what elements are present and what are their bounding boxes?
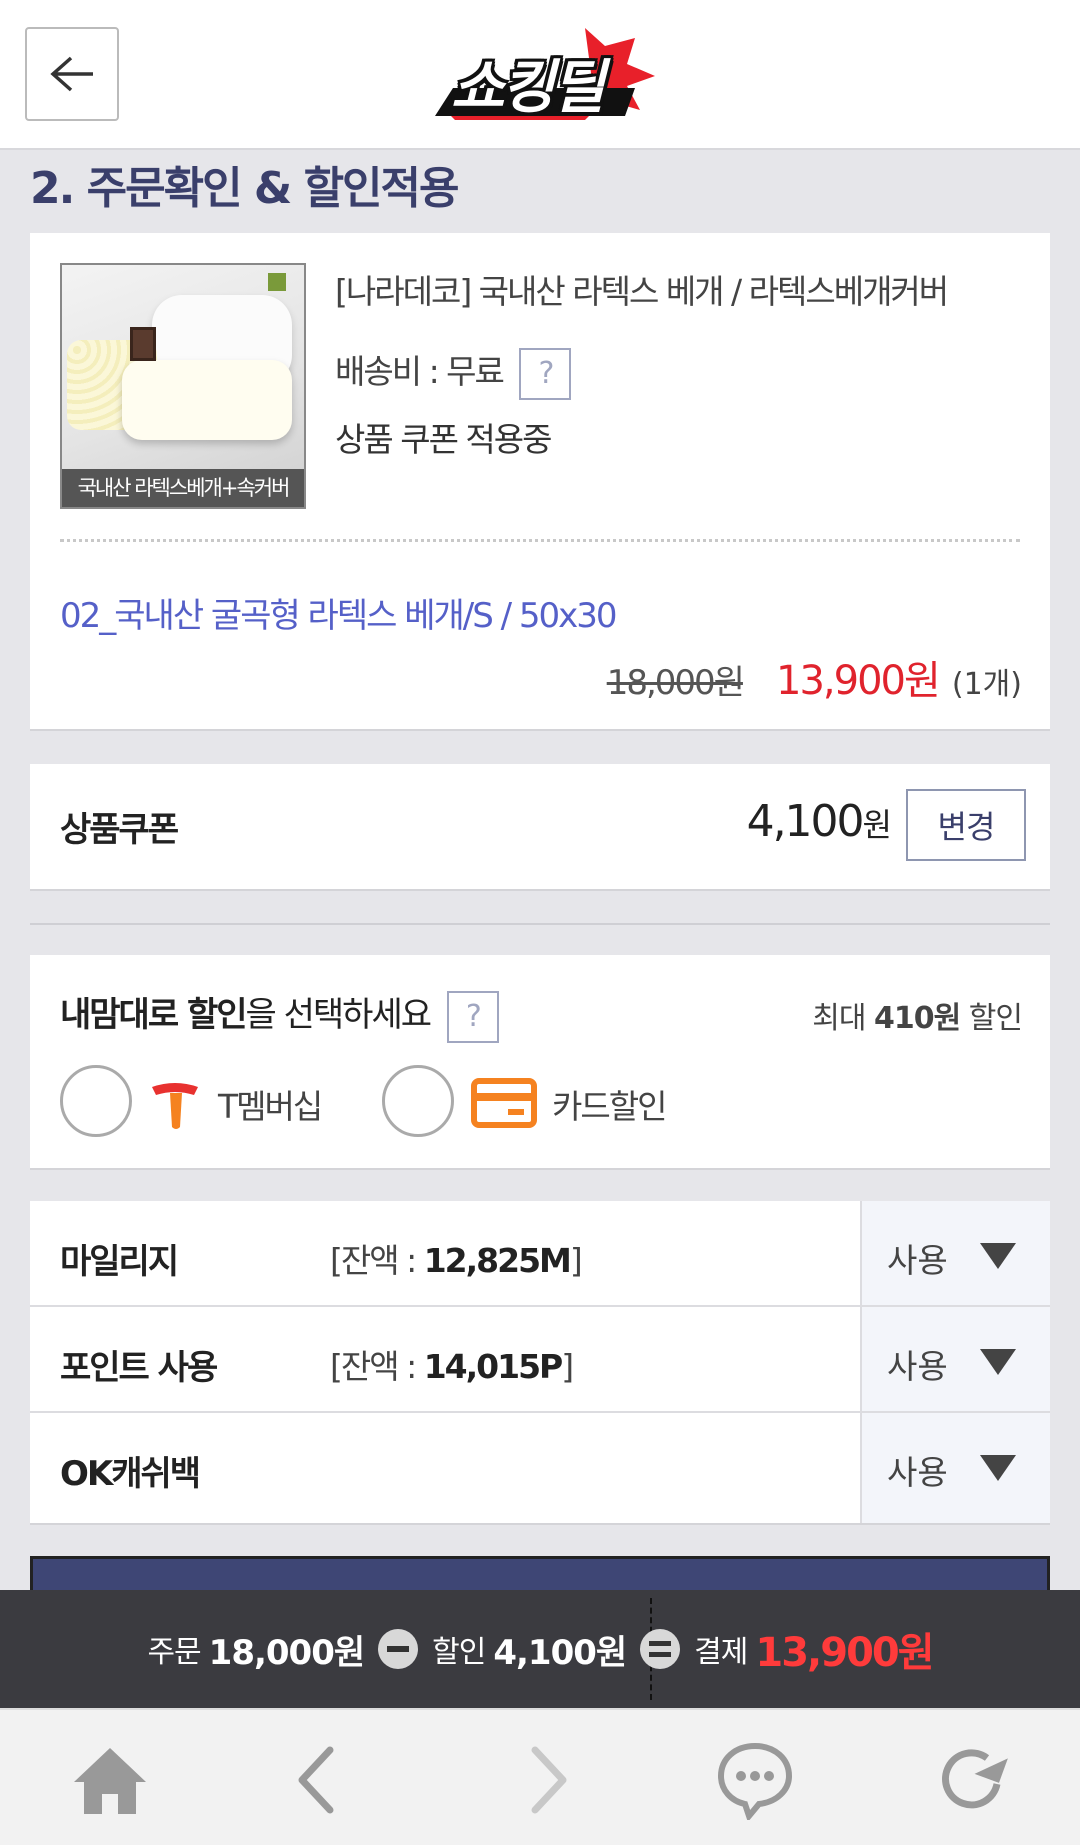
max-discount: 최대 410원 할인 xyxy=(812,993,1023,1037)
product-thumbnail[interactable]: 국내산 라텍스베개+속커버 xyxy=(60,263,306,509)
shocking-deal-logo[interactable]: 쇼킹딜 xyxy=(435,28,655,121)
points-row: 포인트 사용 [잔액 : 14,015P] 사용 xyxy=(30,1307,1050,1413)
quantity: (1개) xyxy=(951,667,1022,702)
discount-title-bold: 내맘대로 할인 xyxy=(60,995,248,1035)
top-header: 쇼킹딜 xyxy=(0,0,1080,150)
triangle-down-icon xyxy=(980,1455,1016,1481)
discount-title-rest: 을 선택하세요 xyxy=(245,995,432,1035)
okcashbag-use-dropdown[interactable]: 사용 xyxy=(860,1413,1050,1523)
t-membership-icon xyxy=(152,1083,198,1129)
page-section-title: 2. 주문확인 & 할인적용 xyxy=(30,163,459,214)
points-use-dropdown[interactable]: 사용 xyxy=(860,1307,1050,1411)
brand-badge-icon xyxy=(268,273,286,291)
mileage-label: 마일리지 xyxy=(60,1242,179,1282)
chat-icon[interactable] xyxy=(715,1740,795,1820)
okcashbag-use-label: 사용 xyxy=(887,1453,948,1492)
product-name: [나라데코] 국내산 라텍스 베개 / 라텍스베개커버 xyxy=(335,272,949,311)
points-use-label: 사용 xyxy=(887,1347,948,1386)
mileage-balance: [잔액 : 12,825M] xyxy=(330,1234,583,1282)
divider xyxy=(60,539,1020,542)
triangle-down-icon xyxy=(980,1349,1016,1375)
pay-amount: 13,900원 xyxy=(755,1630,934,1676)
browser-nav-bar xyxy=(0,1708,1080,1845)
mileage-balance-suffix: ] xyxy=(569,1241,583,1280)
points-balance: [잔액 : 14,015P] xyxy=(330,1340,574,1388)
coupon-card: 상품쿠폰 4,100원 변경 xyxy=(30,764,1050,891)
back-icon[interactable] xyxy=(280,1740,360,1820)
points-balance-prefix: [잔액 : xyxy=(330,1347,424,1386)
discount-title: 내맘대로 할인을 선택하세요 ? xyxy=(60,987,499,1043)
shipping-info: 배송비 : 무료 ? xyxy=(335,345,572,400)
minus-icon xyxy=(378,1629,419,1669)
forward-icon[interactable] xyxy=(505,1740,585,1820)
discount-label: 할인 xyxy=(432,1635,486,1670)
back-button[interactable] xyxy=(25,27,119,121)
points-balance-suffix: ] xyxy=(561,1347,574,1386)
tmembership-radio[interactable] xyxy=(60,1065,132,1137)
credit-card-icon xyxy=(471,1078,537,1128)
okcashbag-row: OK캐쉬백 사용 xyxy=(30,1413,1050,1523)
card-discount-label[interactable]: 카드할인 xyxy=(552,1080,667,1128)
coupon-amount: 4,100원 xyxy=(746,796,892,847)
coupon-change-button[interactable]: 변경 xyxy=(906,789,1026,861)
mileage-use-dropdown[interactable]: 사용 xyxy=(860,1201,1050,1305)
product-card: 국내산 라텍스베개+속커버 [나라데코] 국내산 라텍스 베개 / 라텍스베개커… xyxy=(30,233,1050,731)
max-discount-amount: 410원 xyxy=(874,1001,961,1036)
mileage-use-label: 사용 xyxy=(887,1241,948,1280)
okcashbag-label: OK캐쉬백 xyxy=(60,1454,201,1494)
points-label: 포인트 사용 xyxy=(60,1348,218,1388)
coupon-amount-unit: 원 xyxy=(862,806,892,844)
card-discount-radio[interactable] xyxy=(382,1065,454,1137)
discount-help-button[interactable]: ? xyxy=(446,990,499,1043)
coupon-label: 상품쿠폰 xyxy=(60,810,179,850)
home-icon[interactable] xyxy=(70,1740,150,1820)
price-row: 18,000원 13,900원 (1개) xyxy=(607,648,1022,706)
pay-label: 결제 xyxy=(694,1635,748,1670)
sale-price: 13,900원 xyxy=(776,658,941,704)
mileage-row: 마일리지 [잔액 : 12,825M] 사용 xyxy=(30,1201,1050,1307)
tmembership-label[interactable]: T멤버십 xyxy=(218,1080,323,1128)
equals-icon xyxy=(640,1629,681,1669)
order-amount: 18,000원 xyxy=(208,1632,365,1673)
order-summary-bar: 주문 18,000원 할인 4,100원 결제 13,900원 xyxy=(0,1590,1080,1708)
triangle-down-icon xyxy=(980,1243,1016,1269)
product-option: 02_국내산 굴곡형 라텍스 베개/S / 50x30 xyxy=(60,596,618,636)
original-price: 18,000원 xyxy=(606,663,745,703)
shipping-help-button[interactable]: ? xyxy=(519,347,572,400)
order-label: 주문 xyxy=(147,1635,201,1670)
coupon-amount-value: 4,100 xyxy=(746,796,865,847)
max-discount-prefix: 최대 xyxy=(812,1001,875,1036)
arrow-left-icon xyxy=(50,56,93,92)
discount-select-card: 내맘대로 할인을 선택하세요 ? 최대 410원 할인 T멤버십 카드할인 xyxy=(30,955,1050,1170)
discount-amount: 4,100원 xyxy=(493,1632,627,1673)
mileage-balance-prefix: [잔액 : xyxy=(330,1241,424,1280)
mileage-balance-value: 12,825M xyxy=(423,1241,572,1280)
shipping-text: 배송비 : 무료 xyxy=(335,352,505,391)
refresh-icon[interactable] xyxy=(933,1740,1013,1820)
max-discount-suffix: 할인 xyxy=(960,1001,1023,1036)
coupon-status: 상품 쿠폰 적용중 xyxy=(335,420,552,459)
thumbnail-caption: 국내산 라텍스베개+속커버 xyxy=(62,469,304,507)
points-usage-card: 마일리지 [잔액 : 12,825M] 사용 포인트 사용 [잔액 : 14,0… xyxy=(30,1201,1050,1525)
points-balance-value: 14,015P xyxy=(423,1347,564,1386)
divider xyxy=(30,923,1050,925)
logo-text: 쇼킹딜 xyxy=(451,53,605,121)
